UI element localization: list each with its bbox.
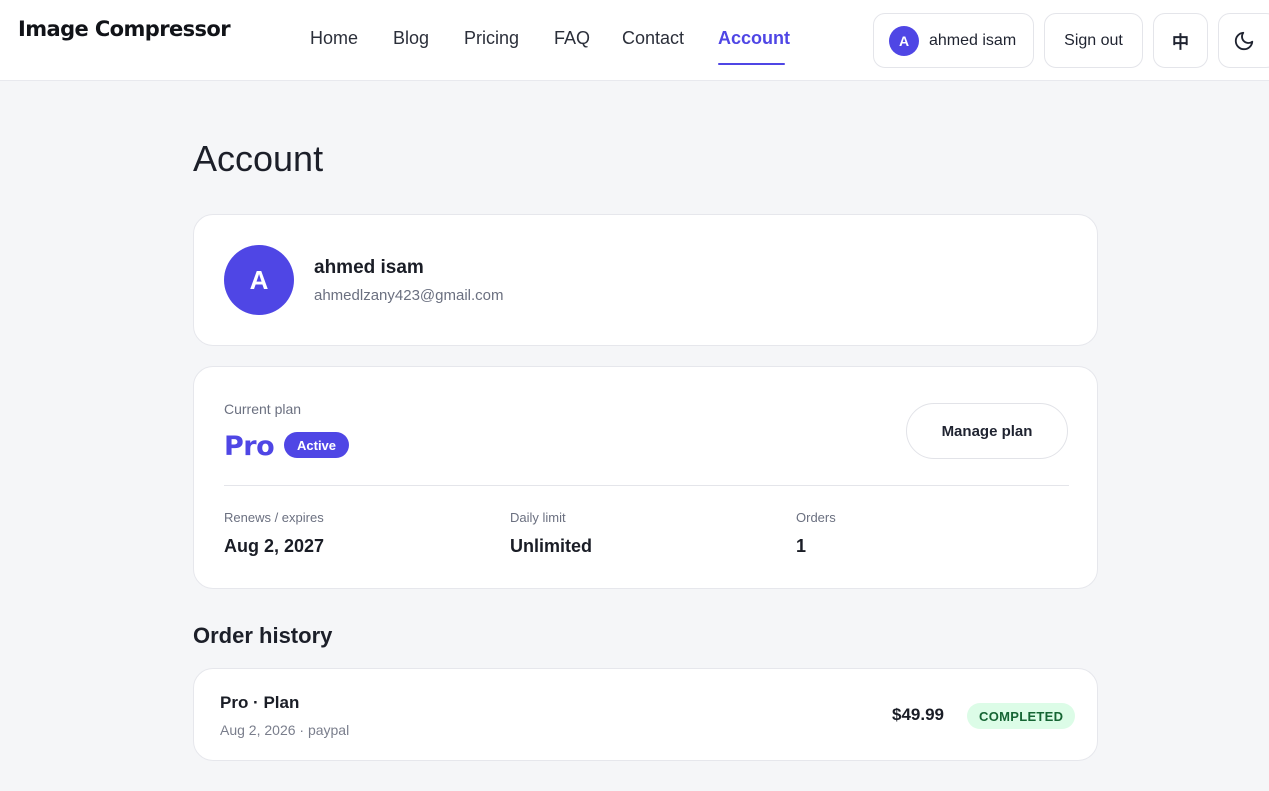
nav-pricing[interactable]: Pricing (464, 28, 519, 49)
stat-value-daily-limit: Unlimited (510, 536, 593, 556)
theme-toggle-button[interactable] (1218, 13, 1269, 68)
divider (224, 485, 1069, 486)
stat-label-renews: Renews / expires (224, 510, 324, 525)
order-price: $49.99 (892, 705, 944, 724)
user-name: ahmed isam (929, 31, 1017, 49)
order-title: Pro · Plan (220, 693, 300, 712)
manage-plan-button[interactable]: Manage plan (906, 403, 1068, 459)
nav-blog[interactable]: Blog (393, 28, 429, 49)
order-meta: Aug 2, 2026 · paypal (220, 722, 350, 738)
moon-icon (1233, 30, 1255, 52)
profile-card: A ahmed isam ahmedlzany423@gmail.com (193, 214, 1098, 346)
avatar: A (889, 25, 919, 56)
stat-label-orders: Orders (796, 510, 836, 525)
plan-label: Current plan (224, 401, 302, 417)
plan-name: Pro (224, 431, 275, 462)
nav-faq[interactable]: FAQ (554, 28, 590, 49)
status-badge: Active (284, 432, 350, 458)
user-menu-button[interactable]: A ahmed isam (873, 13, 1034, 68)
nav-home[interactable]: Home (310, 28, 358, 49)
sign-out-button[interactable]: Sign out (1044, 13, 1143, 68)
nav-account[interactable]: Account (718, 28, 790, 49)
top-header: Image Compressor Home Blog Pricing FAQ C… (0, 0, 1269, 81)
nav-active-indicator (718, 63, 785, 65)
status-badge: COMPLETED (967, 703, 1076, 729)
stat-value-renews: Aug 2, 2027 (224, 536, 325, 556)
nav-contact[interactable]: Contact (622, 28, 684, 49)
stat-label-daily-limit: Daily limit (510, 510, 566, 525)
page-title: Account (193, 138, 324, 179)
profile-email: ahmedlzany423@gmail.com (314, 287, 504, 304)
list-item: Pro · Plan Aug 2, 2026 · paypal $49.99 C… (193, 668, 1098, 761)
brand-logo[interactable]: Image Compressor (18, 17, 231, 41)
avatar: A (224, 245, 294, 315)
profile-name: ahmed isam (314, 257, 424, 278)
plan-card: Current plan Pro Active Manage plan Rene… (193, 366, 1098, 589)
language-toggle-button[interactable]: 中 (1153, 13, 1208, 68)
order-history-title: Order history (193, 623, 333, 648)
stat-value-orders: 1 (796, 536, 807, 556)
